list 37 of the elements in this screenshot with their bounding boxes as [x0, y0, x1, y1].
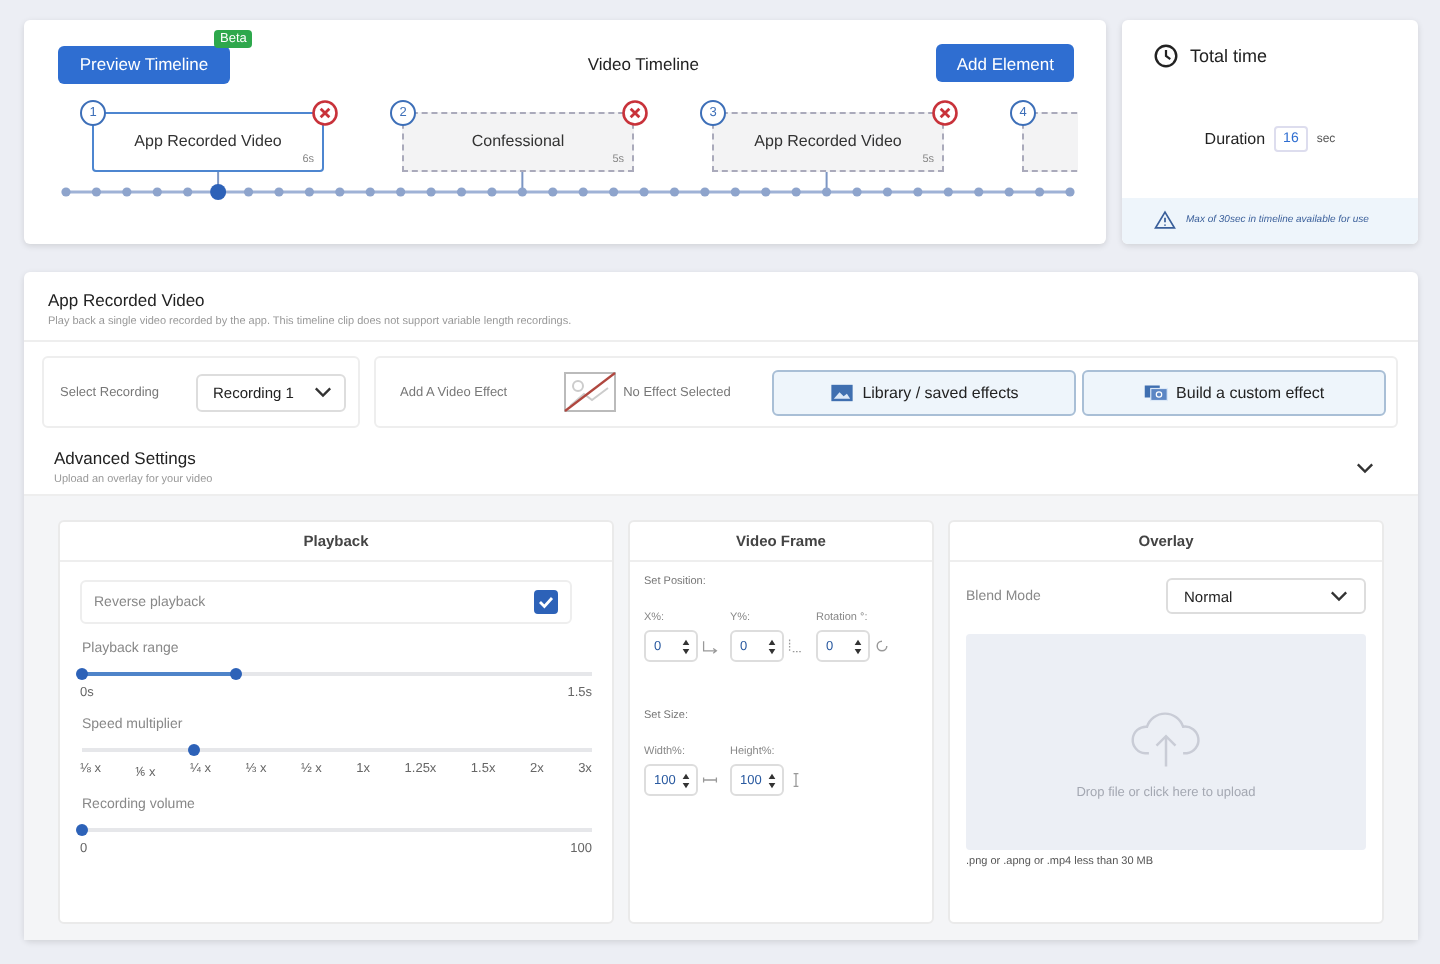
range-end-handle[interactable]: [229, 668, 241, 680]
align-icon: [702, 638, 718, 654]
remove-icon[interactable]: [932, 99, 958, 125]
chevron-icon[interactable]: [1356, 461, 1374, 473]
chevron-icon: [1330, 590, 1348, 602]
preview-timeline-button[interactable]: Preview Timeline: [58, 45, 230, 83]
align-icon: [788, 638, 804, 654]
upload-cloud-icon: [1128, 709, 1204, 769]
images-icon: [1144, 383, 1169, 401]
clock-icon: [1154, 44, 1178, 68]
advanced-settings-title: Advanced Settings: [54, 448, 198, 468]
add-element-button[interactable]: Add Element: [936, 44, 1074, 83]
timeline-title: Video Timeline: [587, 53, 699, 74]
volume-handle[interactable]: [76, 824, 88, 836]
timeline-track[interactable]: [58, 171, 1078, 205]
remove-icon[interactable]: [312, 99, 338, 125]
effect-button[interactable]: Build a custom effect: [1082, 369, 1387, 415]
range-start-handle[interactable]: [76, 668, 88, 680]
spinner-icon[interactable]: [768, 771, 776, 789]
checkbox[interactable]: [534, 590, 558, 614]
remove-icon[interactable]: [622, 99, 648, 125]
total-time-title: Total time: [1190, 46, 1268, 66]
effect-button[interactable]: Library / saved effects: [772, 369, 1077, 415]
spinner-icon[interactable]: [682, 771, 690, 789]
width-icon: [702, 772, 718, 788]
duration-label: Duration: [1204, 130, 1266, 148]
spinner-icon[interactable]: [768, 637, 776, 655]
clip-title: App Recorded Video: [48, 290, 207, 310]
warning-icon: [1154, 210, 1176, 230]
chevron-icon: [313, 386, 332, 398]
rotate-icon: [874, 638, 890, 654]
image-icon: [830, 383, 855, 401]
no-image-icon: [563, 372, 616, 412]
spinner-icon[interactable]: [854, 637, 862, 655]
speed-handle[interactable]: [188, 744, 201, 756]
height-icon: [788, 772, 804, 788]
spinner-icon[interactable]: [682, 637, 690, 655]
